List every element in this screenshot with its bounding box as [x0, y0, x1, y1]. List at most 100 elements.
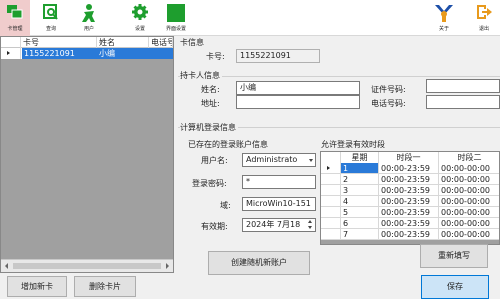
ui-settings-icon	[167, 4, 185, 22]
row-indicator	[321, 163, 341, 174]
domain-label: 域:	[220, 201, 231, 210]
cell-weekday[interactable]: 3	[341, 185, 379, 196]
toolbar-ui-settings-button[interactable]: 界面设置	[161, 0, 191, 36]
periods-title: 允许登录有效时段	[321, 140, 385, 149]
card-no-label: 卡号:	[206, 52, 225, 61]
cell-weekday[interactable]: 7	[341, 229, 379, 240]
username-label: 用户名:	[201, 156, 228, 165]
cell-weekday[interactable]: 2	[341, 174, 379, 185]
cell-period-2[interactable]: 00:00-00:00	[439, 207, 499, 218]
holder-info-divider	[178, 76, 500, 77]
cell-period-1[interactable]: 00:00-23:59	[379, 196, 439, 207]
column-header-card-no[interactable]: 卡号	[21, 37, 97, 48]
current-row-arrow-icon	[327, 166, 330, 170]
gear-icon	[132, 4, 148, 20]
toolbar-about-button[interactable]: 关于	[429, 0, 459, 36]
cell-period-1[interactable]: 00:00-23:59	[379, 218, 439, 229]
address-field[interactable]	[236, 95, 360, 109]
cell-card-no[interactable]: 1155221091	[22, 48, 97, 59]
id-number-label: 证件号码:	[371, 85, 406, 94]
cell-period-2[interactable]: 00:00-00:00	[439, 163, 499, 174]
password-field[interactable]: *	[242, 175, 316, 189]
phone-label: 电话号码:	[371, 99, 406, 108]
row-indicator	[321, 196, 341, 207]
cell-period-1[interactable]: 00:00-23:59	[379, 163, 439, 174]
expiry-date-picker[interactable]: 2024年 7月18	[242, 218, 316, 232]
add-card-button[interactable]: 增加新卡	[7, 276, 67, 297]
periods-grid[interactable]: 星期 时段一 时段二 1 00:00-23:59 00:00-00:00 2 0…	[320, 151, 500, 245]
save-button[interactable]: 保存	[421, 275, 489, 299]
toolbar-query-button[interactable]: 查询	[36, 0, 66, 36]
card-list-header: 卡号 姓名 电话号	[1, 37, 173, 48]
cell-period-1[interactable]: 00:00-23:59	[379, 174, 439, 185]
toolbar-card-management-button[interactable]: 卡管理	[0, 0, 30, 36]
toolbar: 卡管理 查询 用户 设置 界面设置 关于 退出	[0, 0, 500, 36]
cell-weekday[interactable]: 4	[341, 196, 379, 207]
spin-down-icon[interactable]	[308, 226, 312, 229]
scroll-right-icon[interactable]	[166, 263, 169, 269]
card-info-title: 卡信息	[180, 38, 204, 47]
phone-field[interactable]	[426, 95, 500, 109]
exit-icon	[477, 5, 492, 19]
cell-weekday[interactable]: 6	[341, 218, 379, 229]
toolbar-exit-button[interactable]: 退出	[469, 0, 499, 36]
cell-period-2[interactable]: 00:00-00:00	[439, 229, 499, 240]
column-header-period-2[interactable]: 时段二	[439, 152, 499, 163]
column-header-phone[interactable]: 电话号	[149, 37, 173, 48]
chevron-down-icon[interactable]	[309, 159, 313, 162]
spin-up-icon[interactable]	[308, 220, 312, 223]
user-icon	[82, 4, 95, 22]
cell-period-1[interactable]: 00:00-23:59	[379, 229, 439, 240]
table-row[interactable]: 1155221091 小编	[1, 48, 173, 59]
toolbar-label: 卡管理	[7, 26, 23, 32]
cell-period-2[interactable]: 00:00-00:00	[439, 196, 499, 207]
column-header-weekday[interactable]: 星期	[341, 152, 379, 163]
row-indicator	[1, 48, 21, 59]
name-field[interactable]: 小编	[236, 81, 360, 95]
name-label: 姓名:	[201, 85, 220, 94]
toolbar-label: 界面设置	[165, 26, 186, 32]
scroll-left-icon[interactable]	[5, 263, 8, 269]
cell-period-1[interactable]: 00:00-23:59	[379, 185, 439, 196]
cell-weekday[interactable]: 5	[341, 207, 379, 218]
row-indicator	[321, 185, 341, 196]
toolbar-label: 设置	[134, 26, 145, 32]
create-random-account-button[interactable]: 创建随机新账户	[208, 251, 310, 275]
toolbar-user-button[interactable]: 用户	[74, 0, 104, 36]
toolbar-settings-button[interactable]: 设置	[125, 0, 155, 36]
toolbar-label: 关于	[438, 26, 449, 32]
existing-account-title: 已存在的登录账户信息	[188, 140, 268, 149]
cell-period-2[interactable]: 00:00-00:00	[439, 218, 499, 229]
card-no-field[interactable]: 1155221091	[236, 49, 320, 63]
cell-period-2[interactable]: 00:00-00:00	[439, 185, 499, 196]
refill-button[interactable]: 重新填写	[420, 244, 488, 268]
column-header-period-1[interactable]: 时段一	[379, 152, 439, 163]
cell-period-2[interactable]: 00:00-00:00	[439, 174, 499, 185]
id-number-field[interactable]	[426, 79, 500, 93]
holder-info-title: 持卡人信息	[180, 70, 222, 81]
cell-weekday[interactable]: 1	[341, 163, 379, 174]
scroll-thumb[interactable]	[13, 263, 161, 269]
row-indicator	[321, 229, 341, 240]
about-icon	[435, 5, 453, 22]
password-label: 登录密码:	[192, 179, 227, 188]
row-header-corner	[1, 37, 21, 48]
cell-period-1[interactable]: 00:00-23:59	[379, 207, 439, 218]
toolbar-label: 退出	[478, 26, 489, 32]
cell-name[interactable]: 小编	[97, 48, 173, 59]
column-header-name[interactable]: 姓名	[97, 37, 149, 48]
login-info-title: 计算机登录信息	[180, 122, 238, 133]
expiry-label: 有效期:	[201, 222, 228, 231]
date-spinner[interactable]	[308, 220, 314, 230]
query-icon	[43, 4, 58, 20]
card-management-icon	[7, 5, 23, 19]
current-row-arrow-icon	[7, 51, 10, 55]
toolbar-label: 用户	[83, 26, 94, 32]
username-dropdown[interactable]: Administrato	[242, 153, 316, 167]
address-label: 地址:	[201, 99, 220, 108]
card-list-grid[interactable]: 卡号 姓名 电话号 1155221091 小编	[0, 36, 174, 273]
domain-field[interactable]: MicroWin10-151	[242, 197, 316, 211]
delete-card-button[interactable]: 删除卡片	[74, 276, 136, 297]
toolbar-label: 查询	[45, 26, 56, 32]
horizontal-scrollbar[interactable]	[1, 259, 173, 272]
